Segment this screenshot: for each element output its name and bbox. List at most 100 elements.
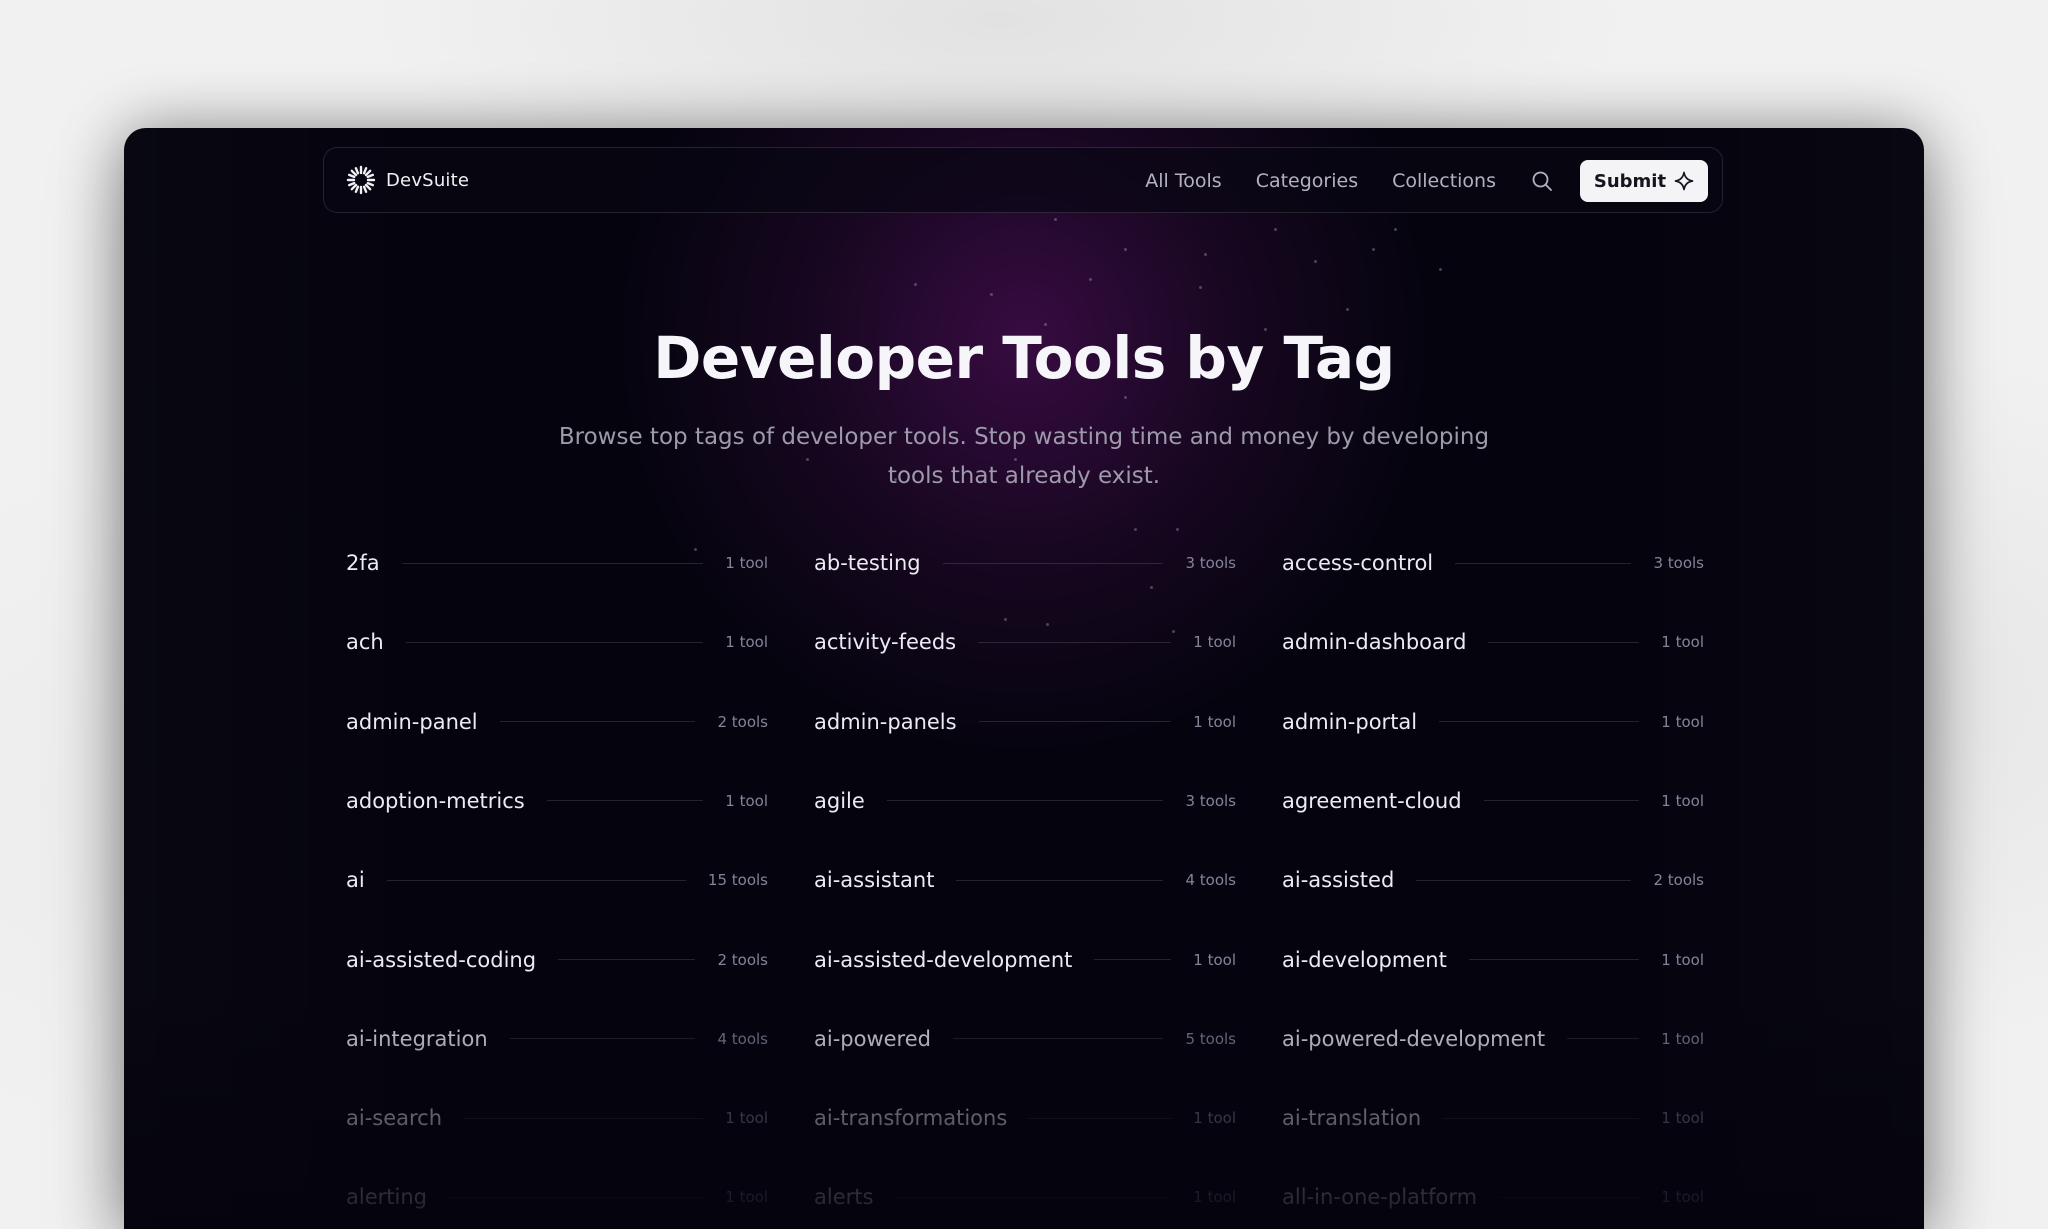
tag-item[interactable]: ai 15 tools: [346, 865, 768, 895]
page-subtitle: Browse top tags of developer tools. Stop…: [524, 418, 1524, 496]
tag-divider-line: [978, 721, 1172, 723]
tag-count: 3 tools: [1653, 554, 1704, 572]
tag-item[interactable]: all-in-one-platform 1 tool: [1282, 1182, 1704, 1212]
tag-name: ai-translation: [1282, 1106, 1422, 1131]
top-navbar: DevSuite All Tools Categories Collection…: [323, 147, 1723, 213]
tag-count: 1 tool: [1193, 633, 1236, 652]
tag-name: admin-portal: [1282, 709, 1418, 734]
nav-link-categories[interactable]: Categories: [1256, 170, 1358, 192]
tag-item[interactable]: ai-search 1 tool: [346, 1103, 768, 1133]
tag-count: 1 tool: [1193, 712, 1236, 731]
tag-count: 15 tools: [707, 871, 768, 890]
tag-divider-line: [1488, 641, 1640, 643]
tag-divider-line: [499, 721, 696, 723]
background-vignette: [124, 128, 1924, 1229]
tag-name: alerting: [346, 1185, 427, 1210]
tag-item[interactable]: ai-integration 4 tools: [346, 1024, 768, 1054]
tag-item[interactable]: ai-assisted-coding 2 tools: [346, 945, 768, 975]
tag-count: 1 tool: [1661, 1188, 1704, 1207]
tag-divider-line: [1439, 721, 1640, 723]
nav-link-collections[interactable]: Collections: [1392, 170, 1496, 192]
tag-count: 1 tool: [1193, 1188, 1236, 1207]
tag-item[interactable]: admin-dashboard 1 tool: [1282, 627, 1704, 657]
tag-divider-line: [558, 959, 696, 960]
tag-name: adoption-metrics: [346, 788, 525, 813]
tag-item[interactable]: adoption-metrics 1 tool: [346, 786, 768, 816]
tag-item[interactable]: ai-development 1 tool: [1282, 945, 1704, 975]
tag-item[interactable]: alerts 1 tool: [814, 1182, 1236, 1212]
tag-name: ai-powered: [814, 1026, 931, 1051]
app-window: DevSuite All Tools Categories Collection…: [124, 128, 1924, 1229]
tag-count: 1 tool: [1661, 791, 1704, 810]
tag-item[interactable]: ai-translation 1 tool: [1282, 1103, 1704, 1133]
tag-divider-line: [1443, 1117, 1640, 1119]
tag-divider-line: [509, 1038, 696, 1040]
tag-item[interactable]: admin-portal 1 tool: [1282, 707, 1704, 737]
tag-divider-line: [386, 879, 686, 881]
tag-item[interactable]: ai-assistant 4 tools: [814, 865, 1236, 895]
tag-item[interactable]: agile 3 tools: [814, 786, 1236, 816]
search-button[interactable]: [1530, 169, 1554, 193]
sunburst-logo-icon: [346, 165, 376, 195]
brand-name: DevSuite: [386, 169, 470, 191]
tag-item[interactable]: ai-powered-development 1 tool: [1282, 1024, 1704, 1054]
tag-count: 1 tool: [1661, 1109, 1704, 1128]
tag-item[interactable]: ab-testing 3 tools: [814, 548, 1236, 578]
tag-divider-line: [942, 562, 1164, 564]
nav-link-all-tools[interactable]: All Tools: [1145, 170, 1221, 192]
tag-name: ai-assisted-coding: [346, 947, 537, 972]
tag-item[interactable]: admin-panel 2 tools: [346, 707, 768, 737]
tag-count: 1 tool: [1661, 633, 1704, 652]
tag-count: 1 tool: [725, 633, 768, 652]
tag-count: 1 tool: [725, 1109, 768, 1128]
tag-name: ai-search: [346, 1106, 443, 1131]
tag-divider-line: [886, 800, 1164, 802]
tag-name: ab-testing: [814, 551, 921, 575]
tag-item[interactable]: ai-assisted 2 tools: [1282, 865, 1704, 895]
submit-button[interactable]: Submit: [1580, 160, 1708, 202]
subtitle-line-1: Browse top tags of developer tools. Stop…: [558, 424, 1490, 450]
tag-item[interactable]: admin-panels 1 tool: [814, 707, 1236, 737]
brand[interactable]: DevSuite: [346, 165, 469, 195]
tag-item[interactable]: activity-feeds 1 tool: [814, 627, 1236, 657]
tag-divider-line: [978, 641, 1172, 643]
tag-item[interactable]: ai-transformations 1 tool: [814, 1103, 1236, 1133]
tag-item[interactable]: alerting 1 tool: [346, 1182, 768, 1212]
tag-name: admin-panel: [346, 709, 478, 734]
tag-name: ai-assisted: [1282, 868, 1395, 893]
tag-name: all-in-one-platform: [1282, 1185, 1478, 1210]
tag-divider-line: [956, 879, 1164, 881]
tag-name: agile: [814, 788, 865, 813]
tag-divider-line: [1483, 800, 1640, 802]
tag-item[interactable]: agreement-cloud 1 tool: [1282, 786, 1704, 816]
tag-count: 1 tool: [1193, 950, 1236, 969]
tag-count: 2 tools: [717, 950, 768, 969]
tag-name: admin-panels: [814, 709, 957, 734]
tag-name: ai: [346, 868, 365, 893]
tag-item[interactable]: ai-powered 5 tools: [814, 1024, 1236, 1054]
tag-divider-line: [1416, 879, 1632, 881]
tag-count: 3 tools: [1185, 791, 1236, 810]
tag-name: ai-assisted-development: [814, 947, 1073, 972]
subtitle-line-2: tools that already exist.: [887, 463, 1161, 489]
nav-links: All Tools Categories Collections Submit: [1145, 160, 1708, 202]
submit-label: Submit: [1593, 170, 1667, 192]
sparkle-icon: [1674, 171, 1694, 191]
search-icon: [1532, 171, 1552, 191]
tag-item[interactable]: ai-assisted-development 1 tool: [814, 945, 1236, 975]
tag-item[interactable]: access-control 3 tools: [1282, 548, 1704, 578]
tag-divider-line: [546, 800, 704, 802]
tag-divider-line: [1499, 1196, 1640, 1198]
tag-count: 1 tool: [1661, 950, 1704, 969]
tag-count: 1 tool: [1661, 1029, 1704, 1048]
tag-name: access-control: [1282, 551, 1434, 575]
tag-name: 2fa: [346, 551, 380, 575]
tag-count: 5 tools: [1185, 1029, 1236, 1048]
tag-item[interactable]: 2fa 1 tool: [346, 548, 768, 578]
tag-item[interactable]: ach 1 tool: [346, 627, 768, 657]
tag-name: ai-transformations: [814, 1106, 1008, 1131]
tag-name: ai-powered-development: [1282, 1026, 1546, 1051]
tag-count: 1 tool: [725, 554, 768, 572]
tag-divider-line: [952, 1038, 1164, 1040]
tag-count: 3 tools: [1185, 554, 1236, 572]
